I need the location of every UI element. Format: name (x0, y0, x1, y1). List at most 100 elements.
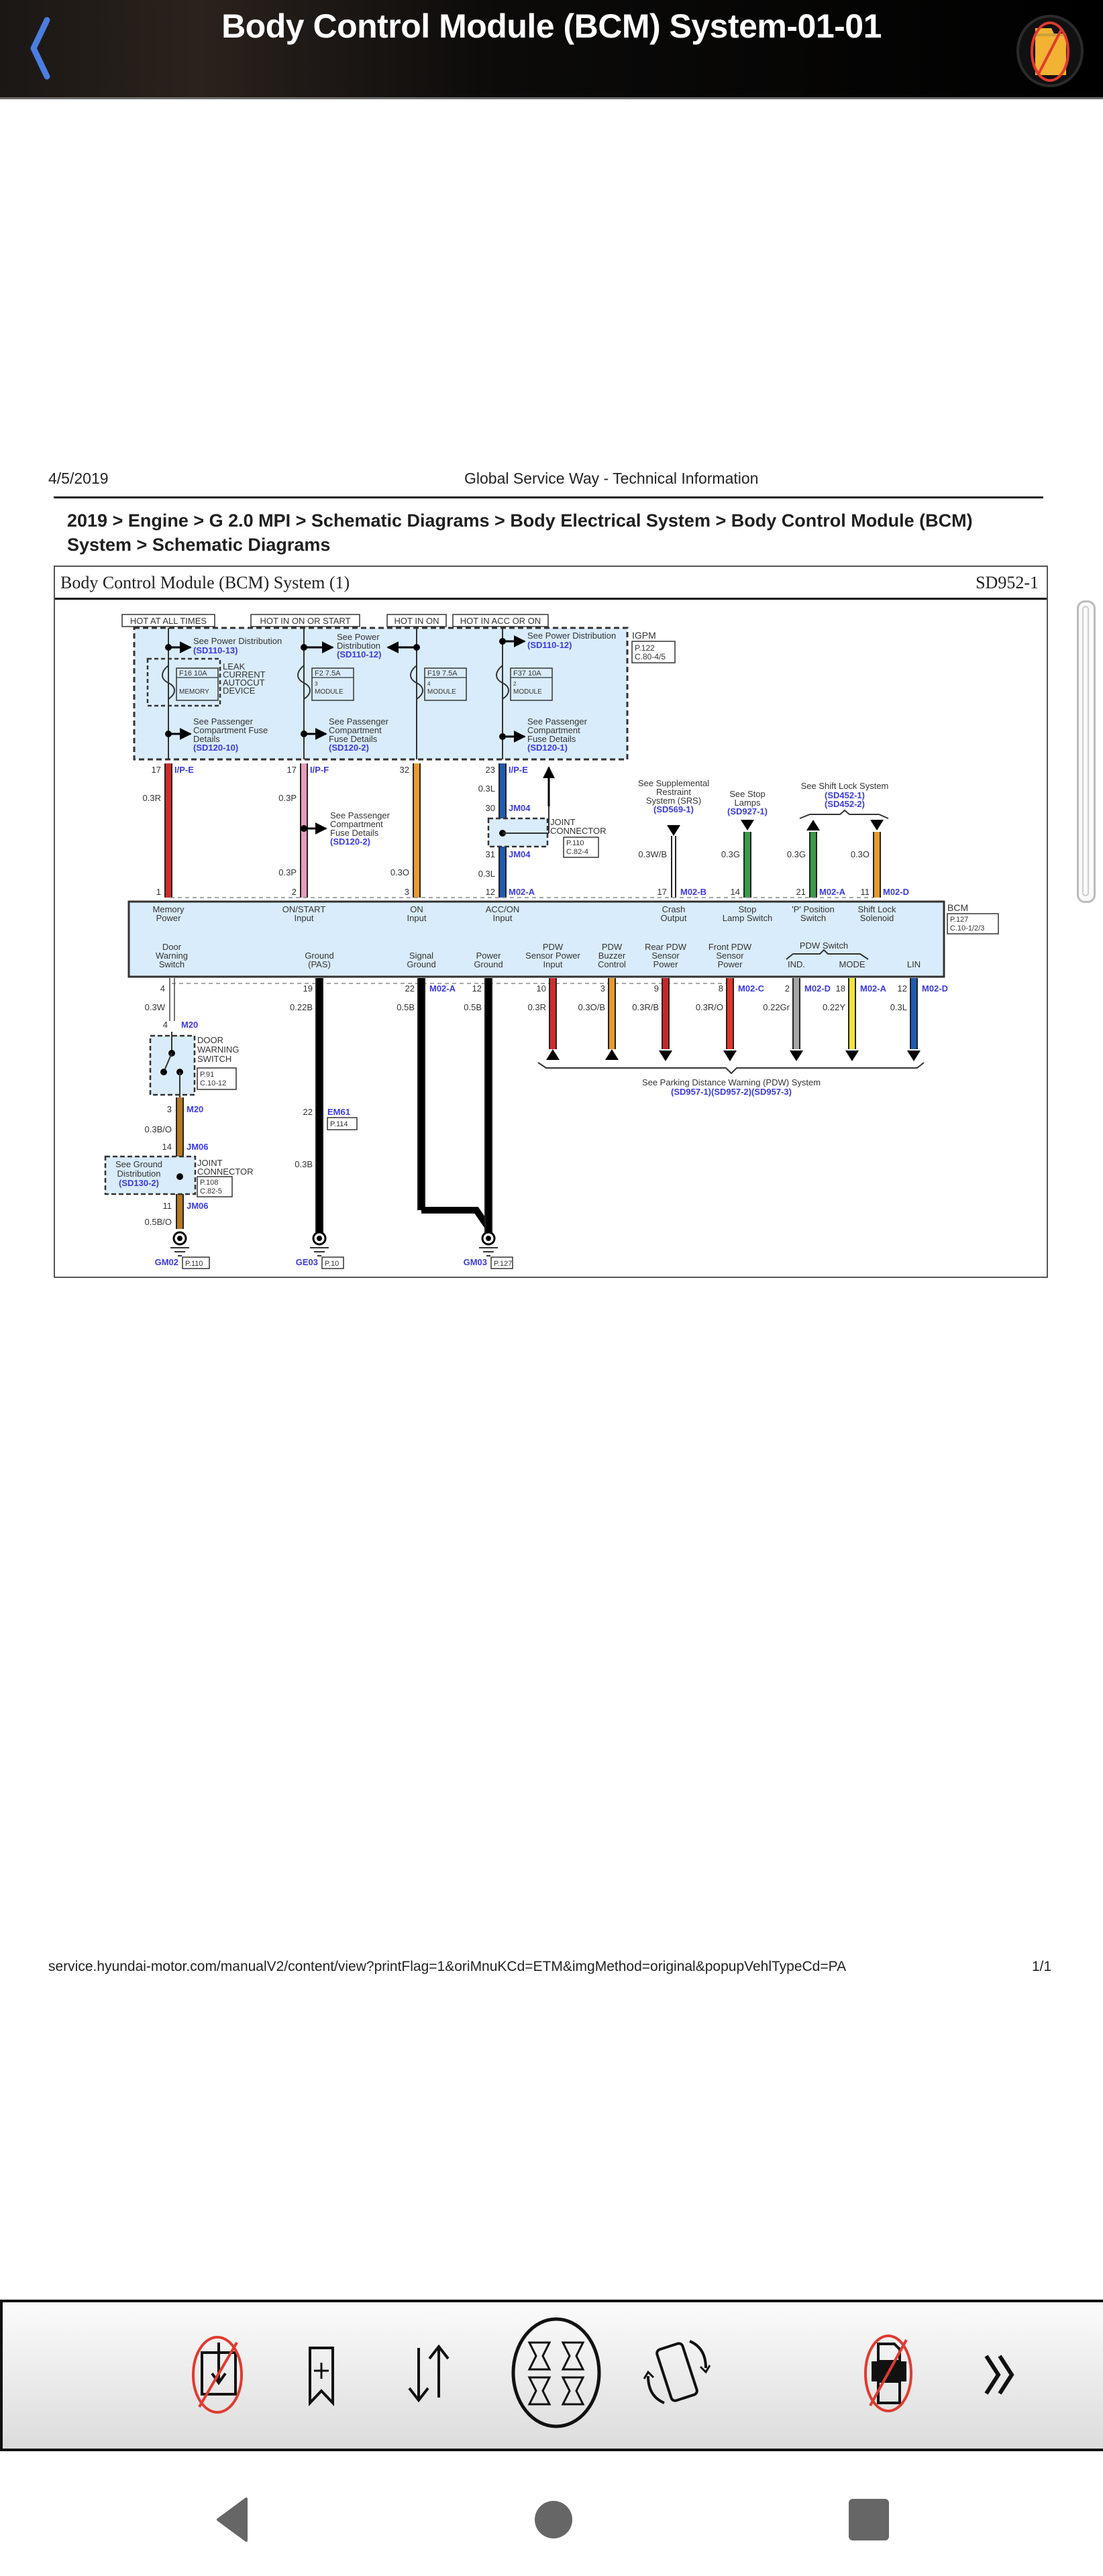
pdw-arrow-up (605, 1049, 619, 1060)
vertical-scrollbar[interactable] (1077, 600, 1096, 903)
sort-button[interactable] (385, 2329, 472, 2416)
fuse-rating: F19 7.5A (427, 669, 458, 678)
pin-number: 10 (537, 983, 546, 994)
connector-id: M02-D (804, 983, 831, 994)
page-indicator: 1/1 (1032, 1959, 1052, 1974)
connector-id: M20 (181, 1020, 198, 1030)
bcm-pin-label: Control (598, 959, 626, 969)
pin-number: 3 (405, 887, 409, 897)
bcm-pin-label: Switch (159, 959, 185, 969)
pin-number: 9 (654, 983, 659, 994)
ground-ref: P.127 (494, 1260, 512, 1268)
ref-text: See Parking Distance Warning (PDW) Syste… (642, 1077, 821, 1087)
more-button[interactable] (955, 2329, 1043, 2416)
pin-number: 17 (152, 765, 161, 775)
ref-code: (SD110-13) (193, 645, 238, 655)
print-disabled-icon (864, 2334, 912, 2412)
power-label: HOT IN ACC OR ON (460, 616, 541, 626)
bcm-pin-label: Input (295, 913, 314, 923)
ref-code: (SD569-1) (653, 804, 694, 814)
bcm-pin-label: Solenoid (860, 913, 894, 923)
pdw-arrow-down (845, 1051, 859, 1061)
footer-url: service.hyundai-motor.com/manualV2/conte… (48, 1959, 847, 1974)
bcm-ref: P.127 (950, 916, 968, 924)
ref-code: (SD120-2) (329, 743, 369, 753)
pin-number: 14 (162, 1142, 172, 1152)
pin-number: 1 (156, 887, 161, 897)
rotate-device-icon (643, 2340, 711, 2404)
bcm-pin-label: Lamp Switch (723, 913, 772, 923)
door-switch-ref: C.10-12 (200, 1079, 226, 1087)
connector-id: M20 (187, 1104, 203, 1114)
double-chevron-right-icon (984, 2355, 1014, 2395)
wire-gauge: 0.3O/B (578, 1002, 605, 1012)
print-disabled-button[interactable] (845, 2329, 932, 2416)
bcm-pin-label: LIN (907, 959, 921, 969)
nav-recents-button[interactable] (842, 2492, 896, 2546)
stop-lamp-arrow (741, 820, 754, 830)
wire-gauge: 0.3W (145, 1002, 166, 1012)
pin-number: 17 (287, 765, 297, 775)
ref-code: (SD110-12) (527, 640, 572, 650)
expand-arrows-icon (511, 2317, 601, 2428)
nav-home-icon (535, 2501, 572, 2538)
bcm-pin-label: (PAS) (308, 959, 331, 969)
fuse-label: MEMORY (179, 688, 209, 696)
nav-home-button[interactable] (527, 2492, 580, 2546)
rotate-button[interactable] (633, 2329, 721, 2416)
power-label: HOT AT ALL TIMES (130, 616, 207, 626)
fuse-label: MODULE (315, 688, 344, 696)
pin-number: 4 (160, 983, 165, 994)
app-header: Body Control Module (BCM) System-01-01 (0, 0, 1103, 99)
connector-id: M02-B (680, 887, 706, 897)
bcm-pin-label: Switch (800, 913, 826, 923)
bcm-pin-label: Power (156, 913, 182, 923)
shift-lock-arrow (870, 820, 884, 830)
connector-id: JM06 (187, 1142, 209, 1152)
connector-id: M02-A (819, 887, 846, 897)
wire-gauge: 0.3L (890, 1002, 907, 1012)
ground-name: GM03 (464, 1257, 487, 1267)
ref-code: (SD120-2) (330, 837, 370, 847)
schematic-diagram: Body Control Module (BCM) System (1) SD9… (54, 566, 1048, 1278)
system-navigation-bar (0, 2455, 1103, 2576)
document-date: 4/5/2019 (48, 470, 109, 487)
door-switch-ref: P.91 (200, 1071, 214, 1079)
wire-gauge: 0.3L (478, 869, 495, 879)
pin-number: 17 (658, 887, 667, 897)
ground-pas-ref: P.114 (330, 1120, 348, 1128)
pin-number: 30 (486, 803, 495, 813)
fuse-number: 4 (427, 681, 431, 687)
pin-number: 14 (731, 887, 740, 897)
nav-back-button[interactable] (205, 2492, 258, 2546)
srs-arrow (667, 825, 680, 836)
breadcrumb: 2019 > Engine > G 2.0 MPI > Schematic Di… (67, 511, 973, 555)
joint-connector-label: CONNECTOR (550, 826, 607, 836)
ground-name: GE03 (296, 1257, 318, 1267)
wire-gauge: 0.3R/B (632, 1002, 659, 1012)
ref-code: (SD452-2) (825, 799, 865, 809)
fuse-label: MODULE (513, 688, 542, 696)
shift-lock-bracket (799, 809, 889, 819)
ground-ref: P.10 (325, 1260, 339, 1268)
wire-gauge: 0.3W/B (638, 849, 667, 859)
connector-id: M02-D (922, 983, 948, 994)
wire-gauge: 0.3P (278, 867, 297, 877)
pdw-arrow-down (723, 1051, 737, 1061)
igpm-ref: P.122 (635, 643, 655, 653)
wire-gauge: 0.5B (397, 1002, 415, 1012)
wire-gauge: 0.22Y (823, 1002, 845, 1012)
bookmark-add-button[interactable] (278, 2329, 365, 2416)
pin-number: 21 (796, 887, 806, 897)
bcm-pin-label: Output (660, 913, 686, 923)
ref-code: (SD120-10) (193, 743, 238, 753)
pdw-arrow-down (790, 1051, 803, 1061)
folder-button[interactable] (1010, 13, 1090, 89)
ground-terminal-center (317, 1236, 322, 1241)
pin-number: 8 (719, 983, 723, 994)
ref-code: (SD120-1) (527, 743, 568, 753)
download-disabled-button[interactable] (174, 2329, 261, 2416)
wire-gauge: 0.3G (787, 849, 806, 859)
connector-id: EM61 (327, 1107, 350, 1117)
fit-screen-button[interactable] (509, 2316, 603, 2430)
